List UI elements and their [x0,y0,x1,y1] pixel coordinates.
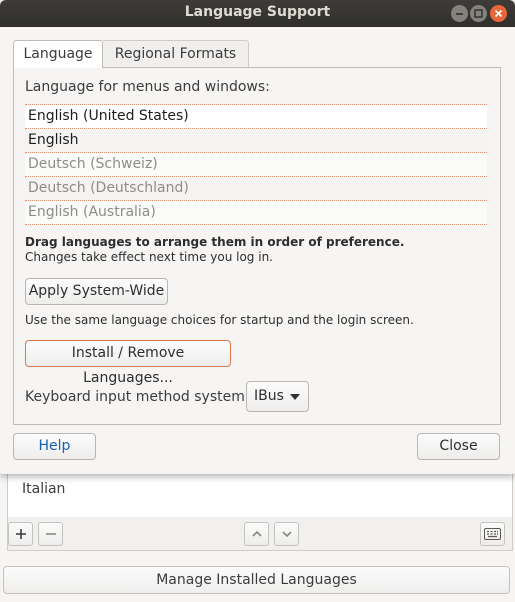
language-row[interactable]: English (United States) [25,105,487,129]
language-row[interactable]: English (Australia) [25,201,487,225]
help-button[interactable]: Help [13,433,96,460]
add-button[interactable] [8,522,33,546]
titlebar: Language Support [0,0,515,27]
tab-regional-formats[interactable]: Regional Formats [103,40,249,68]
tab-language[interactable]: Language [13,40,103,68]
close-window-button[interactable] [490,5,507,22]
move-down-button[interactable] [274,522,299,546]
language-preference-list: English (United States) English Deutsch … [25,104,487,225]
manage-installed-languages-button[interactable]: Manage Installed Languages [3,566,510,594]
minimize-icon [456,13,463,15]
window-title: Language Support [184,4,331,20]
language-row[interactable]: Deutsch (Schweiz) [25,153,487,177]
close-icon [494,9,503,18]
minimize-button[interactable] [451,5,468,22]
drag-hint-note: Changes take effect next time you log in… [25,250,273,264]
chevron-up-icon [251,530,262,537]
language-support-dialog: Language Support Language Regional Forma… [0,0,515,474]
menus-windows-label: Language for menus and windows: [25,79,270,95]
maximize-icon [474,9,483,18]
remove-button[interactable] [38,522,63,546]
remove-icon [45,533,56,535]
add-icon [15,529,26,539]
keyboard-input-method-select[interactable]: IBus [246,381,309,412]
language-row[interactable]: English [25,129,487,153]
move-up-button[interactable] [244,522,269,546]
keyboard-input-method-value: IBus [254,388,284,404]
install-remove-languages-button[interactable]: Install / Remove Languages... [25,340,231,386]
keyboard-icon [484,528,501,540]
close-button[interactable]: Close [417,433,500,460]
apply-system-wide-button[interactable]: Apply System-Wide [25,278,168,305]
drag-hint-heading: Drag languages to arrange them in order … [25,235,405,249]
dropdown-arrow-icon [290,394,300,400]
chevron-down-icon [281,531,292,538]
apply-note: Use the same language choices for startu… [25,313,414,327]
list-item[interactable]: Italian [22,481,65,497]
language-row[interactable]: Deutsch (Deutschland) [25,177,487,201]
keyboard-input-method-label: Keyboard input method system: [25,389,250,405]
keyboard-settings-button[interactable] [480,522,505,546]
maximize-button[interactable] [470,5,487,22]
